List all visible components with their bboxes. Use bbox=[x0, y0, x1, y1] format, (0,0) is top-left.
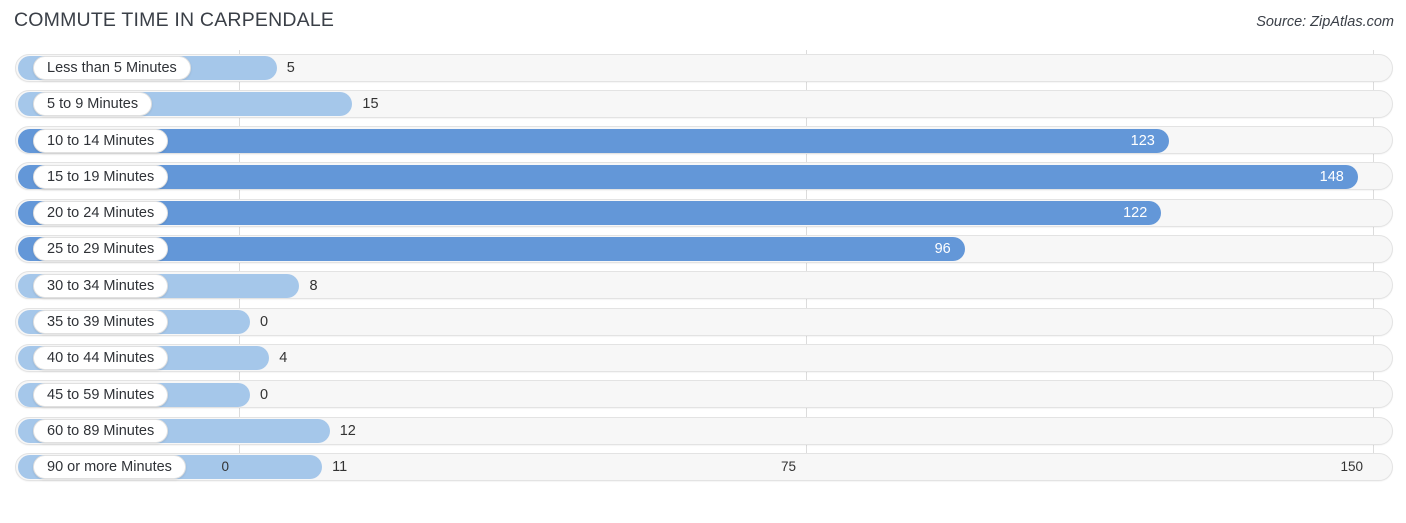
bar-value-label: 0 bbox=[260, 314, 269, 331]
category-label: 40 to 44 Minutes bbox=[33, 346, 169, 371]
bar-value-label: 15 bbox=[362, 96, 379, 113]
bar-value-label: 5 bbox=[286, 60, 295, 76]
source-attribution: Source: ZipAtlas.com bbox=[1256, 14, 1394, 30]
chart-container: COMMUTE TIME IN CARPENDALE Source: ZipAt… bbox=[0, 0, 1406, 523]
bar-row[interactable]: Less than 5 Minutes 5 bbox=[0, 50, 1406, 86]
bar-value-label: 12 bbox=[339, 422, 356, 439]
x-axis: 0 75 150 bbox=[0, 454, 1406, 487]
category-label: 15 to 19 Minutes bbox=[33, 164, 169, 189]
x-tick-label: 75 bbox=[780, 459, 796, 474]
bar-row[interactable]: 45 to 59 Minutes 0 bbox=[0, 377, 1406, 413]
bar-value-label: 123 bbox=[1130, 132, 1155, 149]
category-label: 30 to 34 Minutes bbox=[33, 273, 169, 298]
category-label: 10 to 14 Minutes bbox=[33, 128, 169, 153]
page-title: COMMUTE TIME IN CARPENDALE bbox=[14, 9, 335, 31]
x-tick-label: 150 bbox=[1340, 459, 1363, 474]
bar-value-label: 8 bbox=[309, 277, 318, 294]
bar[interactable] bbox=[18, 164, 1358, 189]
category-label: Less than 5 Minutes bbox=[33, 56, 191, 80]
bar-row[interactable]: 10 to 14 Minutes 123 bbox=[0, 123, 1406, 159]
bar-value-label: 4 bbox=[279, 350, 288, 367]
bar-row[interactable]: 5 to 9 Minutes 15 bbox=[0, 86, 1406, 122]
category-label: 25 to 29 Minutes bbox=[33, 237, 169, 262]
category-label: 60 to 89 Minutes bbox=[33, 418, 169, 443]
bar-row[interactable]: 20 to 24 Minutes 122 bbox=[0, 195, 1406, 231]
bar-row[interactable]: 60 to 89 Minutes 12 bbox=[0, 413, 1406, 449]
bar-row[interactable]: 35 to 39 Minutes 0 bbox=[0, 304, 1406, 340]
bar-value-label: 148 bbox=[1319, 168, 1344, 185]
bar-row[interactable]: 30 to 34 Minutes 8 bbox=[0, 268, 1406, 304]
bar-row[interactable]: 25 to 29 Minutes 96 bbox=[0, 231, 1406, 267]
bar[interactable] bbox=[18, 128, 1169, 153]
category-label: 5 to 9 Minutes bbox=[33, 92, 153, 117]
bar-value-label: 96 bbox=[934, 241, 951, 258]
bar[interactable] bbox=[18, 201, 1162, 226]
bar-value-label: 0 bbox=[260, 386, 269, 403]
bar-value-label: 122 bbox=[1123, 205, 1148, 222]
category-label: 45 to 59 Minutes bbox=[33, 382, 169, 407]
x-tick-label: 0 bbox=[221, 459, 229, 474]
bar-rows: Less than 5 Minutes 5 5 to 9 Minutes 15 10 t… bbox=[0, 50, 1406, 486]
bar-row[interactable]: 40 to 44 Minutes 4 bbox=[0, 340, 1406, 376]
category-label: 20 to 24 Minutes bbox=[33, 201, 169, 226]
bar-row[interactable]: 15 to 19 Minutes 148 bbox=[0, 159, 1406, 195]
category-label: 35 to 39 Minutes bbox=[33, 310, 169, 335]
plot-area: Less than 5 Minutes 5 5 to 9 Minutes 15 10 t… bbox=[0, 50, 1406, 487]
